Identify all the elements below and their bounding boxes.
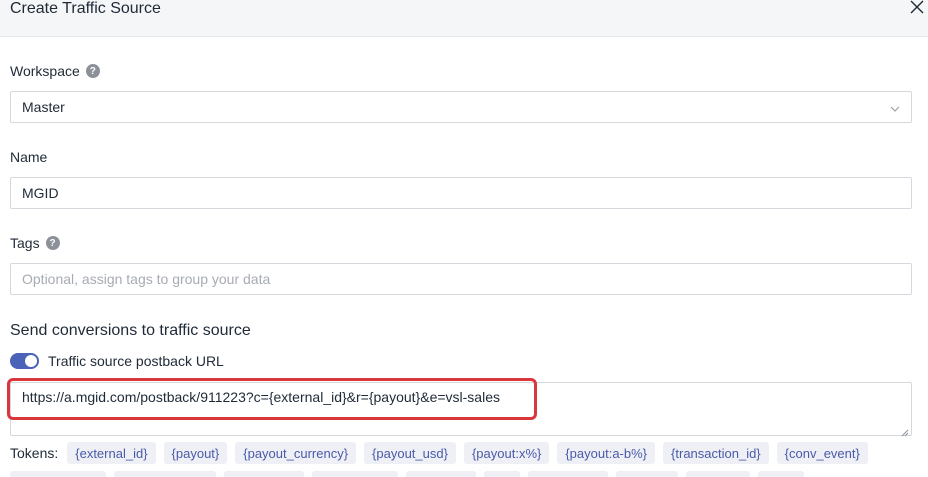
tags-label-text: Tags — [10, 235, 40, 251]
token-chip[interactable] — [114, 471, 216, 477]
token-chip[interactable] — [224, 471, 304, 477]
token-chip[interactable] — [406, 471, 476, 477]
tokens-row: Tokens: {external_id} {payout} {payout_c… — [10, 442, 876, 464]
token-chip[interactable]: {payout_currency} — [235, 442, 357, 464]
postback-toggle-label: Traffic source postback URL — [48, 353, 224, 369]
dialog-header: Create Traffic Source — [0, 0, 928, 37]
token-chip[interactable] — [758, 471, 804, 477]
tokens-label: Tokens: — [10, 445, 59, 461]
help-icon[interactable]: ? — [85, 64, 100, 78]
tags-label: Tags ? — [10, 235, 60, 251]
workspace-label-text: Workspace — [10, 63, 80, 79]
tags-input-placeholder: Optional, assign tags to group your data — [22, 271, 271, 287]
token-chip[interactable] — [484, 471, 520, 477]
dialog-title: Create Traffic Source — [10, 0, 161, 17]
token-chip[interactable] — [312, 471, 398, 477]
postback-toggle-row: Traffic source postback URL — [10, 353, 224, 369]
workspace-select[interactable]: Master — [10, 91, 912, 123]
toggle-knob — [25, 355, 37, 367]
token-chip[interactable]: {conv_event} — [776, 442, 868, 464]
postback-toggle[interactable] — [10, 353, 39, 369]
name-label: Name — [10, 149, 47, 165]
help-icon[interactable]: ? — [45, 236, 60, 250]
tokens-row-2 — [10, 471, 812, 477]
name-input-value: MGID — [22, 185, 59, 201]
token-chip[interactable]: {payout} — [163, 442, 228, 464]
section-title: Send conversions to traffic source — [10, 322, 251, 339]
token-chip[interactable]: {external_id} — [67, 442, 156, 464]
name-label-text: Name — [10, 149, 48, 165]
token-chip[interactable] — [528, 471, 608, 477]
token-chip[interactable] — [686, 471, 750, 477]
token-chip[interactable] — [10, 471, 106, 477]
postback-url-value: https://a.mgid.com/postback/911223?c={ex… — [22, 389, 500, 405]
name-input[interactable]: MGID — [10, 177, 912, 209]
resize-handle-icon[interactable] — [900, 424, 909, 437]
chevron-down-icon — [889, 102, 901, 114]
tags-input[interactable]: Optional, assign tags to group your data — [10, 263, 912, 295]
close-icon[interactable] — [910, 0, 924, 14]
token-chip[interactable]: {payout:x%} — [463, 442, 550, 464]
workspace-label: Workspace ? — [10, 63, 100, 79]
postback-url-textarea[interactable]: https://a.mgid.com/postback/911223?c={ex… — [10, 382, 912, 437]
token-chip[interactable]: {payout_usd} — [364, 442, 456, 464]
token-chip[interactable]: {transaction_id} — [663, 442, 769, 464]
token-chip[interactable]: {payout:a-b%} — [557, 442, 656, 464]
workspace-select-value: Master — [22, 99, 65, 115]
token-chip[interactable] — [616, 471, 678, 477]
